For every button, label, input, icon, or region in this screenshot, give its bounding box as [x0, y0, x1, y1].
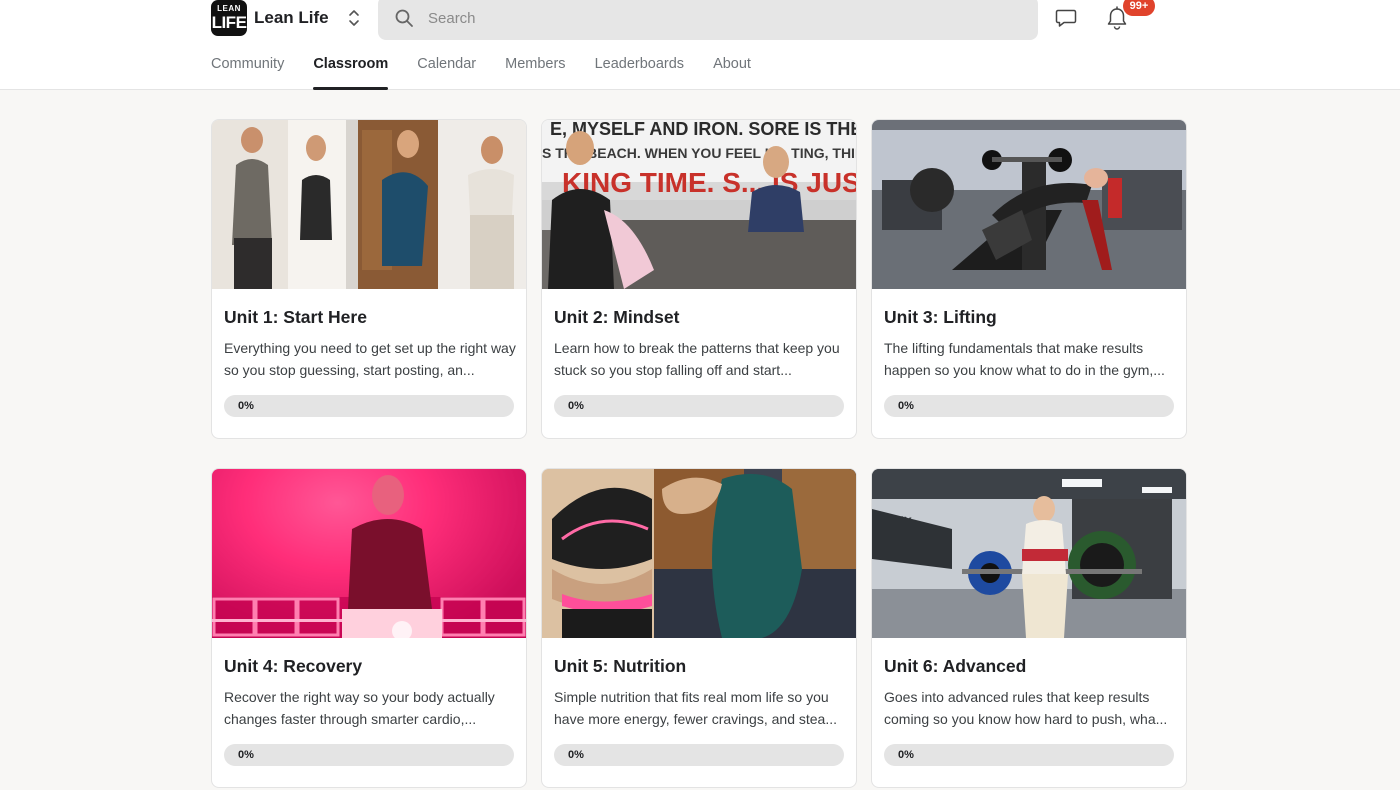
- notification-badge[interactable]: 99+: [1123, 0, 1155, 16]
- top-header: LEAN LIFE Lean Life 99+ Communit: [0, 0, 1400, 90]
- tab-community[interactable]: Community: [211, 49, 284, 90]
- course-grid: Unit 1: Start Here Everything you need t…: [211, 119, 1187, 788]
- search-input[interactable]: [428, 9, 988, 27]
- tab-calendar[interactable]: Calendar: [417, 49, 476, 90]
- logo-bottom-text: LIFE: [211, 13, 247, 32]
- progress-label: 0%: [568, 749, 584, 761]
- course-title: Unit 2: Mindset: [554, 307, 680, 327]
- course-description: Goes into advanced rules that keep resul…: [884, 689, 1168, 727]
- progress-label: 0%: [898, 400, 914, 412]
- course-card[interactable]: Unit 3: Lifting The lifting fundamentals…: [871, 119, 1187, 439]
- course-thumbnail: [212, 120, 526, 289]
- course-thumbnail: [542, 469, 856, 638]
- course-description: Simple nutrition that fits real mom life…: [554, 689, 837, 727]
- course-card[interactable]: Unit 1: Start Here Everything you need t…: [211, 119, 527, 439]
- search-icon: [395, 9, 413, 27]
- tab-about[interactable]: About: [713, 49, 751, 90]
- course-description: Recover the right way so your body actua…: [224, 689, 495, 727]
- course-card[interactable]: Unit 5: Nutrition Simple nutrition that …: [541, 468, 857, 788]
- course-thumbnail: [872, 120, 1186, 289]
- progress-label: 0%: [238, 749, 254, 761]
- progress-bar: 0%: [224, 395, 514, 417]
- course-description: The lifting fundamentals that make resul…: [884, 340, 1165, 378]
- nav-tabs: Community Classroom Calendar Members Lea…: [211, 49, 780, 90]
- chevron-up-down-icon[interactable]: [347, 7, 361, 29]
- course-title: Unit 1: Start Here: [224, 307, 367, 327]
- course-card[interactable]: Unit 4: Recovery Recover the right way s…: [211, 468, 527, 788]
- sign-line-3: KING TIME. S... IS JUST I: [562, 167, 856, 198]
- progress-bar: 0%: [884, 744, 1174, 766]
- progress-bar: 0%: [884, 395, 1174, 417]
- course-thumbnail: E, MYSELF AND IRON. SORE IS THE MOST SA …: [542, 120, 856, 289]
- course-thumbnail: ATRIX: [872, 469, 1186, 638]
- progress-bar: 0%: [554, 744, 844, 766]
- progress-label: 0%: [898, 749, 914, 761]
- sign-line-1: E, MYSELF AND IRON. SORE IS THE MOST SA: [550, 120, 856, 139]
- tab-members[interactable]: Members: [505, 49, 565, 90]
- course-title: Unit 6: Advanced: [884, 656, 1027, 676]
- course-title: Unit 4: Recovery: [224, 656, 363, 676]
- course-thumbnail: [212, 469, 526, 638]
- tab-leaderboards[interactable]: Leaderboards: [595, 49, 685, 90]
- logo-top-text: LEAN: [217, 4, 241, 13]
- chat-bubble-icon[interactable]: [1054, 6, 1078, 30]
- progress-bar: 0%: [224, 744, 514, 766]
- course-title: Unit 5: Nutrition: [554, 656, 687, 676]
- app-logo[interactable]: LEAN LIFE: [211, 0, 247, 36]
- course-description: Everything you need to get set up the ri…: [224, 340, 516, 378]
- course-title: Unit 3: Lifting: [884, 307, 997, 327]
- progress-label: 0%: [238, 400, 254, 412]
- tab-classroom[interactable]: Classroom: [313, 49, 388, 90]
- app-name[interactable]: Lean Life: [254, 8, 329, 28]
- brand[interactable]: LEAN LIFE Lean Life: [211, 0, 361, 36]
- progress-bar: 0%: [554, 395, 844, 417]
- course-card[interactable]: E, MYSELF AND IRON. SORE IS THE MOST SA …: [541, 119, 857, 439]
- progress-label: 0%: [568, 400, 584, 412]
- course-card[interactable]: ATRIX Unit 6: Advanced Goes into advance…: [871, 468, 1187, 788]
- search-bar[interactable]: [378, 0, 1038, 40]
- course-description: Learn how to break the patterns that kee…: [554, 340, 840, 378]
